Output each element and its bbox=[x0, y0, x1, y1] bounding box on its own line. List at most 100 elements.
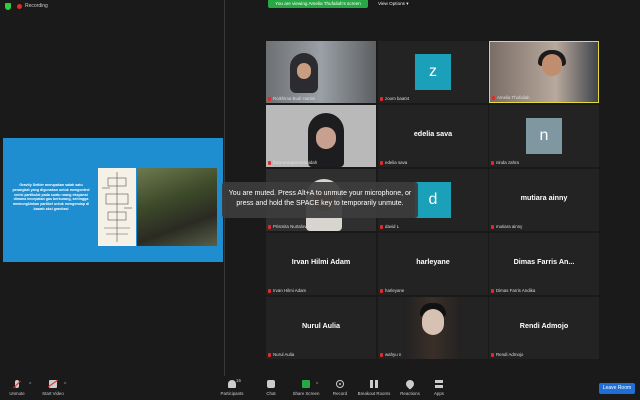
participants-button[interactable]: 15 Participants bbox=[216, 376, 248, 400]
participant-name: Nurul Aulia bbox=[273, 352, 295, 357]
share-screen-button[interactable]: Share Screen bbox=[290, 376, 322, 400]
participant-tile-active-speaker[interactable]: Amelia Thufailah bbox=[489, 41, 599, 103]
participant-display-name: harleyane bbox=[416, 257, 450, 266]
reactions-button[interactable]: Reactions bbox=[396, 376, 424, 400]
reactions-label: Reactions bbox=[400, 391, 420, 396]
muted-mic-icon bbox=[268, 225, 271, 229]
participant-name: Prismita Nurtalovesti bbox=[273, 224, 314, 229]
participant-display-name: Irvan Hilmi Adam bbox=[291, 257, 351, 266]
recording-icon bbox=[17, 4, 22, 9]
participant-video bbox=[490, 42, 598, 102]
participant-display-name: edelia sava bbox=[413, 129, 453, 138]
participant-tile[interactable]: mutiara ainny mutiara ainny bbox=[489, 169, 599, 231]
avatar: n bbox=[526, 118, 562, 154]
participant-tile[interactable]: fazurunnajmussaqidah bbox=[266, 105, 376, 167]
breakout-rooms-icon bbox=[370, 380, 378, 388]
muted-mic-icon bbox=[380, 161, 383, 165]
participant-display-name: Dimas Farris An... bbox=[513, 257, 575, 266]
participant-tile[interactable]: z zoom baa04 bbox=[378, 41, 488, 103]
participant-tile[interactable]: wahyu n bbox=[378, 297, 488, 359]
participant-display-name: Nurul Aulia bbox=[301, 321, 341, 330]
participant-tile[interactable]: Irvan Hilmi Adam Irvan Hilmi Adam bbox=[266, 233, 376, 295]
muted-mic-icon bbox=[491, 225, 494, 229]
viewing-screen-banner: You are viewing Amelia Thufailah's scree… bbox=[268, 0, 368, 8]
muted-mic-icon bbox=[268, 289, 271, 293]
muted-notification: You are muted. Press Alt+A to unmute you… bbox=[222, 182, 418, 218]
muted-mic-icon bbox=[491, 353, 494, 357]
muted-mic-icon bbox=[380, 353, 383, 357]
participant-name: edelia sava bbox=[385, 160, 408, 165]
chevron-up-icon[interactable]: ^ bbox=[29, 382, 31, 388]
muted-mic-icon bbox=[491, 161, 494, 165]
record-icon bbox=[336, 380, 344, 388]
slide-diagram-image bbox=[98, 168, 136, 246]
chat-button[interactable]: Chat bbox=[260, 376, 282, 400]
participants-label: Participants bbox=[220, 391, 244, 396]
participant-name: david L bbox=[385, 224, 400, 229]
participant-name: fazurunnajmussaqidah bbox=[273, 160, 318, 165]
participant-video bbox=[266, 41, 376, 103]
participant-tile[interactable]: Roikhima Budi Hartini bbox=[266, 41, 376, 103]
participant-display-name: mutiara ainny bbox=[520, 193, 568, 202]
unmute-label: Unmute bbox=[9, 391, 25, 396]
apps-icon bbox=[435, 380, 443, 388]
participant-name: mutiara ainny bbox=[496, 224, 523, 229]
muted-mic-icon bbox=[15, 380, 19, 388]
participant-tile[interactable]: Nurul Aulia Nurul Aulia bbox=[266, 297, 376, 359]
participant-video bbox=[266, 105, 376, 167]
muted-mic-icon bbox=[268, 97, 271, 101]
shared-screen: Gravity Settler merupakan salah satu per… bbox=[3, 138, 223, 262]
start-video-button[interactable]: Start Video bbox=[38, 376, 68, 400]
muted-mic-icon bbox=[380, 97, 383, 101]
avatar: d bbox=[415, 182, 451, 218]
avatar: z bbox=[415, 54, 451, 90]
participant-name: Dimas Farris Andika bbox=[496, 288, 536, 293]
participant-tile[interactable]: edelia sava edelia sava bbox=[378, 105, 488, 167]
view-options-button[interactable]: View Options ▾ bbox=[378, 0, 409, 8]
share-screen-label: Share Screen bbox=[292, 391, 320, 396]
top-bar: Recording You are viewing Amelia Thufail… bbox=[0, 0, 640, 12]
breakout-rooms-label: Breakout Rooms bbox=[357, 391, 391, 396]
shield-icon[interactable] bbox=[5, 3, 11, 10]
participant-name: wahyu n bbox=[385, 352, 402, 357]
reactions-icon bbox=[404, 378, 416, 390]
participant-tile[interactable]: harleyane harleyane bbox=[378, 233, 488, 295]
participant-video bbox=[404, 297, 462, 359]
muted-mic-icon bbox=[268, 353, 271, 357]
apps-button[interactable]: Apps bbox=[428, 376, 450, 400]
participants-icon bbox=[228, 380, 236, 388]
participant-count: 15 bbox=[236, 378, 241, 383]
participant-tile[interactable]: Rendi Admojo Rendi Admojo bbox=[489, 297, 599, 359]
participant-name: Irvan Hilmi Adam bbox=[273, 288, 307, 293]
chevron-up-icon[interactable]: ^ bbox=[64, 382, 66, 388]
record-label: Record bbox=[332, 391, 348, 396]
leave-room-button[interactable]: Leave Room bbox=[599, 383, 635, 394]
participant-name: Rendi Admojo bbox=[496, 352, 524, 357]
participant-name: Roikhima Budi Hartini bbox=[273, 96, 316, 101]
muted-mic-icon bbox=[491, 289, 494, 293]
participant-name: zoom baa04 bbox=[385, 96, 410, 101]
meeting-toolbar: Unmute ^ Start Video ^ 15 Participants C… bbox=[0, 376, 640, 400]
muted-mic-icon bbox=[492, 96, 495, 100]
share-screen-icon bbox=[302, 380, 310, 388]
video-off-icon bbox=[49, 380, 57, 388]
breakout-rooms-button[interactable]: Breakout Rooms bbox=[356, 376, 392, 400]
start-video-label: Start Video bbox=[42, 391, 64, 396]
slide-photo-image bbox=[137, 168, 217, 246]
participant-display-name: Rendi Admojo bbox=[519, 321, 569, 330]
slide-body-text: Gravity Settler merupakan salah satu per… bbox=[12, 183, 90, 211]
participant-tile[interactable]: n ninda zahra bbox=[489, 105, 599, 167]
chevron-up-icon[interactable]: ^ bbox=[316, 382, 318, 388]
participant-name: Amelia Thufailah bbox=[497, 95, 530, 100]
muted-mic-icon bbox=[380, 225, 383, 229]
participant-tile[interactable]: Dimas Farris An... Dimas Farris Andika bbox=[489, 233, 599, 295]
participant-name: harleyane bbox=[385, 288, 405, 293]
unmute-button[interactable]: Unmute bbox=[4, 376, 30, 400]
chat-label: Chat bbox=[266, 391, 276, 396]
muted-mic-icon bbox=[268, 161, 271, 165]
muted-mic-icon bbox=[380, 289, 383, 293]
participant-name: ninda zahra bbox=[496, 160, 519, 165]
chat-icon bbox=[267, 380, 275, 388]
record-button[interactable]: Record bbox=[328, 376, 352, 400]
apps-label: Apps bbox=[433, 391, 444, 396]
